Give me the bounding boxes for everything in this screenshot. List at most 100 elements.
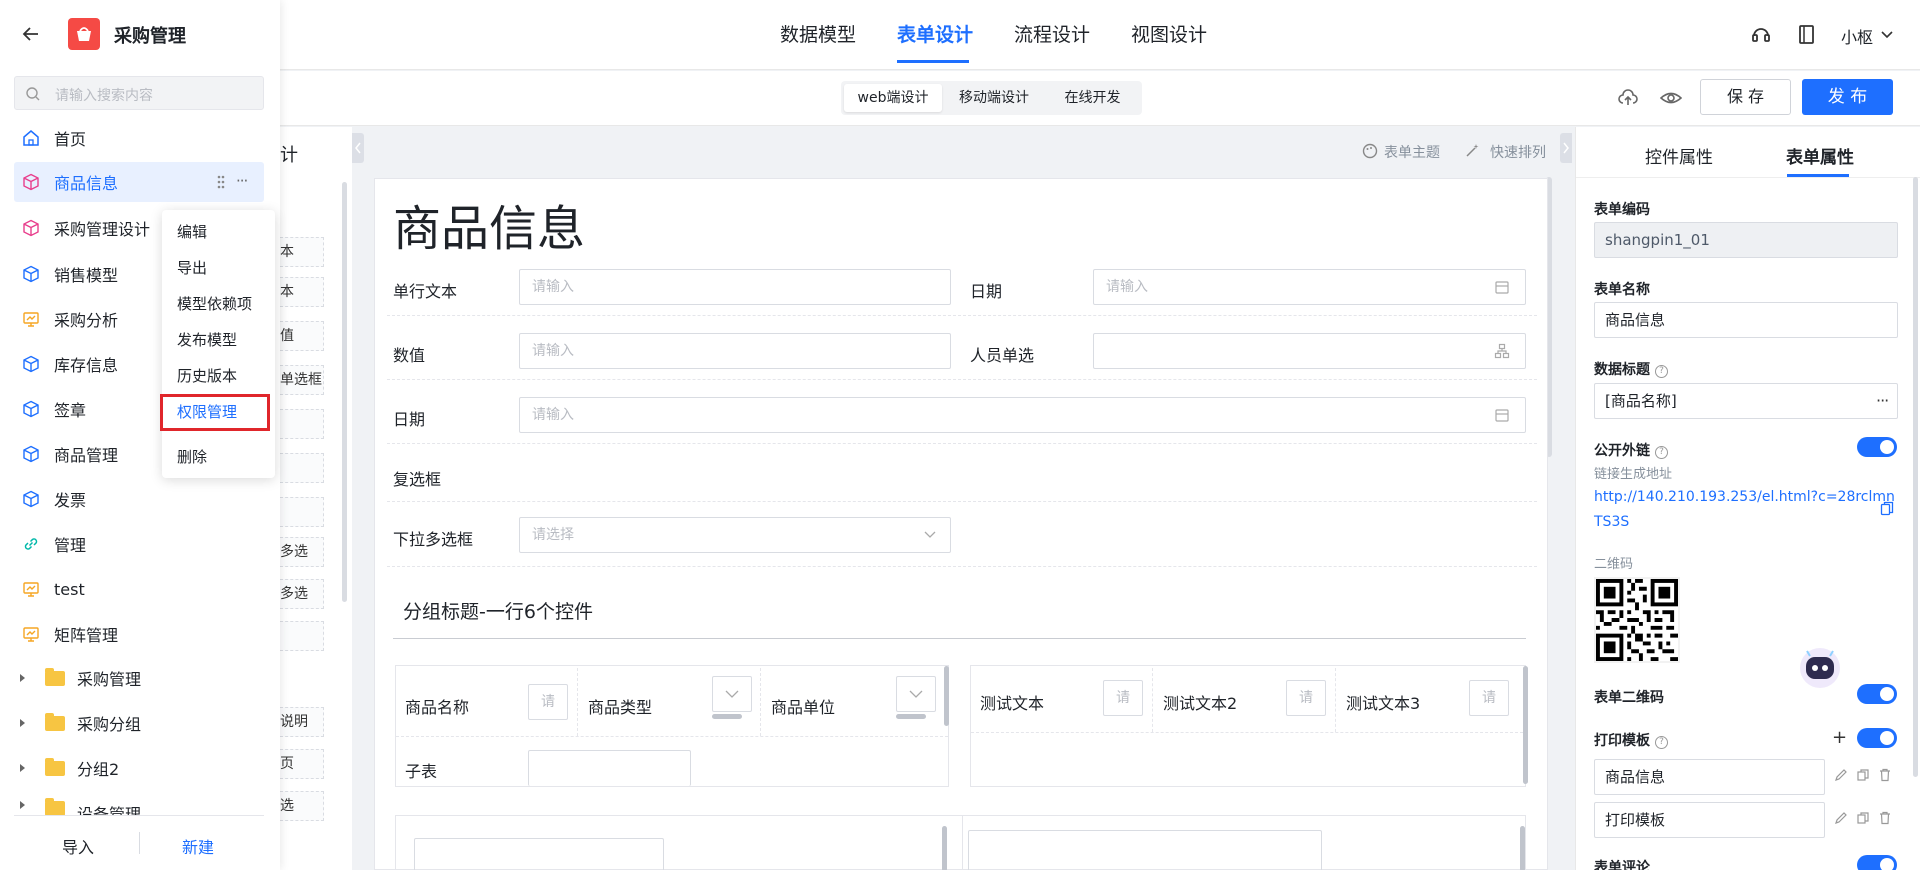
subtable-input[interactable]	[414, 838, 664, 870]
caret-right-icon[interactable]	[20, 674, 25, 682]
sidebar-item-home[interactable]: 首页	[14, 118, 264, 158]
tab-mobile-design[interactable]: 移动端设计	[945, 84, 1043, 112]
delete-icon[interactable]	[1878, 811, 1892, 825]
date-input-2[interactable]: 请输入	[519, 397, 1526, 433]
control-item[interactable]: 页	[280, 749, 324, 779]
subtable-scrollbar[interactable]	[944, 666, 949, 726]
sidebar-item-invoice[interactable]: 发票	[14, 479, 264, 519]
product-unit-select[interactable]	[896, 676, 936, 712]
sidebar-folder[interactable]: 采购分组	[20, 705, 260, 741]
copy-icon[interactable]	[1880, 501, 1894, 517]
subtable-input[interactable]: 请	[1286, 680, 1326, 716]
caret-right-icon[interactable]	[20, 764, 25, 772]
print-template-toggle[interactable]	[1857, 728, 1897, 748]
public-link-toggle[interactable]	[1857, 437, 1897, 457]
tab-process-design[interactable]: 流程设计	[1014, 20, 1090, 47]
collapse-left-handle[interactable]	[352, 133, 364, 163]
cloud-upload-icon[interactable]	[1617, 88, 1639, 108]
sidebar-item-product-info[interactable]: 商品信息 ···	[14, 162, 264, 202]
menu-item-delete[interactable]: 删除	[177, 446, 207, 467]
single-text-input[interactable]: 请输入	[519, 269, 951, 305]
control-item[interactable]: 单选框	[280, 365, 324, 395]
subtable-area[interactable]	[528, 750, 691, 786]
user-name[interactable]: 小枢	[1841, 24, 1873, 48]
public-link-url[interactable]: http://140.210.193.253/el.html?c=28rclmn	[1594, 489, 1895, 505]
product-type-select[interactable]	[712, 676, 752, 712]
control-item[interactable]	[280, 497, 324, 527]
magic-wand-icon[interactable]	[1464, 143, 1480, 159]
headset-icon[interactable]	[1750, 24, 1772, 46]
subtable-scrollbar[interactable]	[942, 826, 947, 870]
copy-icon[interactable]	[1856, 768, 1870, 782]
robot-assistant-icon[interactable]	[1796, 642, 1844, 690]
panel-scrollbar[interactable]	[1913, 177, 1918, 777]
caret-right-icon[interactable]	[20, 801, 25, 809]
chevron-down-icon[interactable]	[1880, 27, 1894, 41]
publish-button[interactable]: 发 布	[1802, 79, 1893, 115]
back-arrow-icon[interactable]	[21, 24, 41, 44]
form-theme-button[interactable]: 表单主题	[1384, 142, 1440, 162]
search-input[interactable]: 请输入搜索内容	[14, 76, 264, 110]
subtable-scrollbar[interactable]	[1520, 826, 1525, 870]
control-item[interactable]	[280, 453, 324, 483]
control-item[interactable]: 多选	[280, 537, 324, 567]
subtable-scrollbar[interactable]	[1523, 666, 1528, 784]
form-comment-toggle[interactable]	[1857, 855, 1897, 870]
control-item[interactable]	[280, 409, 324, 439]
drag-handle-icon[interactable]	[216, 174, 226, 190]
tab-control-properties[interactable]: 控件属性	[1645, 143, 1713, 168]
control-item[interactable]: 说明	[280, 707, 324, 737]
palette-icon[interactable]	[1362, 143, 1378, 159]
help-icon[interactable]: ?	[1655, 365, 1668, 378]
subtable-input[interactable]: 请	[1103, 680, 1143, 716]
help-icon[interactable]: ?	[1655, 446, 1668, 459]
edit-icon[interactable]	[1834, 768, 1848, 782]
sidebar-item-test[interactable]: test	[14, 569, 264, 609]
menu-item-history[interactable]: 历史版本	[177, 365, 237, 386]
tab-form-design[interactable]: 表单设计	[897, 20, 973, 47]
copy-icon[interactable]	[1856, 811, 1870, 825]
date-input[interactable]: 请输入	[1093, 269, 1526, 305]
control-item[interactable]: 值	[280, 321, 324, 351]
tab-online-dev[interactable]: 在线开发	[1046, 84, 1139, 112]
subtable-input[interactable]	[968, 830, 1322, 870]
eye-icon[interactable]	[1660, 88, 1682, 108]
print-template-item[interactable]: 商品信息	[1594, 759, 1825, 795]
person-select[interactable]	[1093, 333, 1526, 369]
print-template-item[interactable]: 打印模板	[1594, 802, 1825, 838]
save-button[interactable]: 保 存	[1700, 79, 1791, 115]
control-item[interactable]: 本	[280, 237, 324, 267]
collapse-right-handle[interactable]	[1560, 133, 1572, 163]
sidebar-item-matrix[interactable]: 矩阵管理	[14, 614, 264, 654]
control-item[interactable]: 选	[280, 791, 324, 821]
tab-form-properties[interactable]: 表单属性	[1786, 143, 1854, 168]
sidebar-folder[interactable]: 采购管理	[20, 660, 260, 696]
number-input[interactable]: 请输入	[519, 333, 951, 369]
tab-data-model[interactable]: 数据模型	[780, 20, 856, 47]
sidebar-item-manage[interactable]: 管理	[14, 524, 264, 564]
subtable-input[interactable]: 请	[1469, 680, 1509, 716]
more-icon[interactable]: ···	[236, 172, 248, 190]
form-qrcode-toggle[interactable]	[1857, 684, 1897, 704]
form-code-input[interactable]: shangpin1_01	[1594, 222, 1898, 258]
caret-right-icon[interactable]	[20, 719, 25, 727]
import-button[interactable]: 导入	[62, 834, 94, 858]
document-icon[interactable]	[1797, 24, 1817, 46]
sidebar-folder[interactable]: 设备管理	[20, 795, 260, 815]
scrollbar[interactable]	[342, 182, 347, 602]
subtable-input[interactable]: 请	[528, 684, 568, 720]
quick-arrange-button[interactable]: 快速排列	[1490, 142, 1546, 162]
tab-web-design[interactable]: web端设计	[844, 84, 942, 112]
edit-icon[interactable]	[1834, 811, 1848, 825]
delete-icon[interactable]	[1878, 768, 1892, 782]
tab-view-design[interactable]: 视图设计	[1131, 20, 1207, 47]
menu-item-edit[interactable]: 编辑	[177, 221, 207, 242]
new-button[interactable]: 新建	[182, 834, 214, 858]
menu-item-publish-model[interactable]: 发布模型	[177, 329, 237, 350]
control-item[interactable]	[280, 621, 324, 651]
public-link-url-cont[interactable]: TS3S	[1594, 514, 1629, 530]
more-icon[interactable]: ···	[1876, 391, 1889, 410]
data-title-input[interactable]: [商品名称]	[1594, 383, 1898, 419]
multiselect-dropdown[interactable]: 请选择	[519, 517, 951, 553]
form-name-input[interactable]: 商品信息	[1594, 302, 1898, 338]
